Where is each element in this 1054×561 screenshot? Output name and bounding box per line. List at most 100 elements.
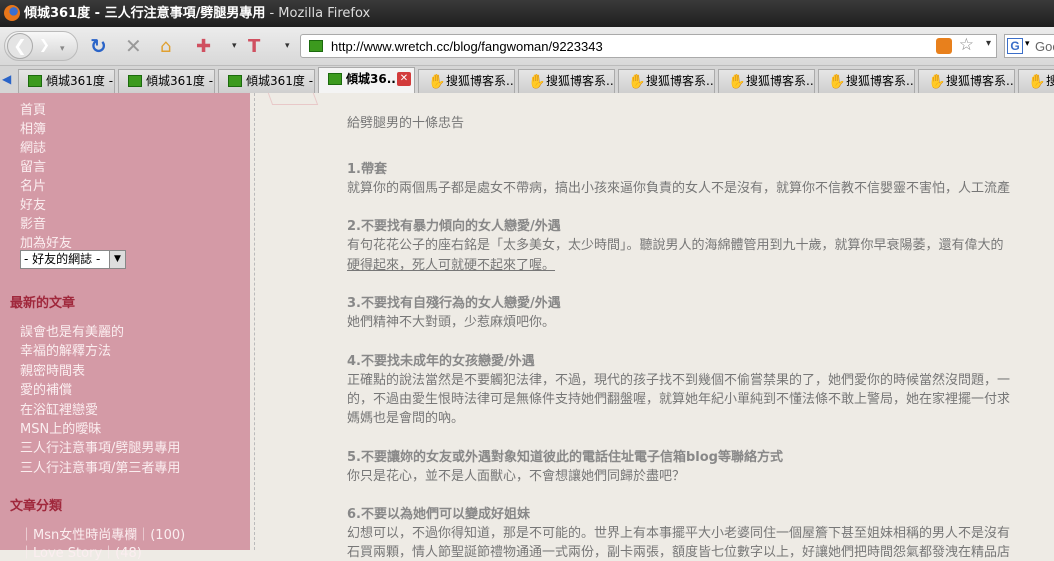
tab-3[interactable]: 傾城361度 -...	[218, 69, 315, 93]
search-engine-dropdown-icon[interactable]: ▾	[1025, 38, 1030, 49]
article-paragraph: 她們精神不大對頭，少惹麻煩吧你。	[347, 315, 556, 330]
latest-article-link[interactable]: 幸福的解釋方法	[20, 340, 111, 359]
tab-9[interactable]: ✋ 搜狐博客系...	[818, 69, 915, 93]
paw-icon: ✋	[728, 74, 746, 90]
article-section-heading: 6.不要以為她們可以變成好姐妹	[347, 507, 530, 522]
back-forward-group: ❮ ❯	[4, 31, 78, 61]
article-section-heading: 3.不要找有自殘行為的女人戀愛/外遇	[347, 296, 561, 311]
tab-8[interactable]: ✋ 搜狐博客系...	[718, 69, 815, 93]
tab-10[interactable]: ✋ 搜狐博客系...	[918, 69, 1015, 93]
home-icon[interactable]: ⌂	[160, 33, 171, 59]
title-bar: 傾城361度 - 三人行注意事項/劈腿男專用 - Mozilla Firefox	[0, 0, 1054, 27]
latest-article-link[interactable]: MSN上的曖昧	[20, 418, 101, 437]
dropdown-icon[interactable]: ▾	[285, 33, 290, 59]
friends-blog-select[interactable]: - 好友的網誌 - ▼	[20, 250, 126, 269]
url-dropdown-icon[interactable]: ▾	[986, 38, 991, 49]
article-section-heading: 4.不要找未成年的女孩戀愛/外遇	[347, 354, 535, 369]
latest-article-link[interactable]: 親密時間表	[20, 360, 85, 379]
tab-label: 搜狐博客系...	[646, 74, 715, 88]
article-paragraph: 有句花花公子的座右銘是「太多美女，太少時間」。聽說男人的海綿體管用到九十歲，就算…	[347, 238, 1004, 253]
close-tab-icon[interactable]: ✕	[397, 72, 411, 86]
search-box[interactable]: G ▾ Goo	[1004, 34, 1054, 58]
site-icon	[309, 40, 323, 52]
tab-7[interactable]: ✋ 搜狐博客系...	[618, 69, 715, 93]
categories-heading: 文章分類	[10, 499, 63, 514]
paw-icon: ✋	[1028, 74, 1046, 90]
sidebar-nav-link[interactable]: 加為好友	[20, 232, 72, 251]
sidebar-nav-link[interactable]: 影音	[20, 213, 46, 232]
site-icon	[28, 75, 42, 87]
tab-label: 傾城361度 -...	[146, 74, 214, 88]
paw-icon: ✋	[528, 74, 546, 90]
article-paragraph: 正確點的說法當然是不要觸犯法律，不過，現代的孩子找不到幾個不偷嘗禁果的了，她們愛…	[347, 373, 1011, 388]
article-paragraph: 的，不過由愛生恨時法律可是無條件支持她們翻盤喔，就算她年紀小單純到不懂法條不敢上…	[347, 392, 1011, 407]
article-paragraph: 媽媽也是會問的吶。	[347, 411, 465, 426]
decoration	[267, 93, 319, 105]
latest-article-link[interactable]: 三人行注意事項/第三者專用	[20, 457, 180, 476]
paw-icon: ✋	[428, 74, 446, 90]
stop-icon[interactable]: ✕	[125, 33, 142, 59]
article-section-heading: 1.帶套	[347, 162, 387, 177]
app-name: - Mozilla Firefox	[265, 6, 371, 21]
url-bar[interactable]: http://www.wretch.cc/blog/fangwoman/9223…	[300, 34, 997, 58]
tab-label: 傾城36...	[346, 72, 401, 86]
tab-label: 搜狐博客系...	[746, 74, 815, 88]
tab-6[interactable]: ✋ 搜狐博客系...	[518, 69, 615, 93]
category-link[interactable]: ｜Love Story｜(48)	[20, 542, 142, 561]
latest-article-link[interactable]: 在浴缸裡戀愛	[20, 399, 98, 418]
google-icon[interactable]: G	[1007, 38, 1023, 54]
chevron-down-icon[interactable]: ▼	[109, 251, 125, 268]
bookmark-t-icon[interactable]: T	[248, 33, 260, 59]
tab-4[interactable]: 傾城36... ✕	[318, 67, 415, 93]
latest-article-link[interactable]: 愛的補償	[20, 379, 72, 398]
sidebar-nav-link[interactable]: 留言	[20, 156, 46, 175]
tab-label: 搜狐博客系...	[546, 74, 615, 88]
article-intro: 給劈腿男的十條忠告	[347, 116, 465, 131]
article-paragraph: 就算你的兩個馬子都是處女不帶病，搞出小孩來逼你負責的女人不是沒有，就算你不信教不…	[347, 181, 1011, 196]
site-icon	[128, 75, 142, 87]
category-link[interactable]: ｜Msn女性時尚專欄｜(100)	[20, 524, 185, 543]
tab-label: 搜狐博客系...	[946, 74, 1015, 88]
firefox-icon	[4, 5, 20, 21]
bookmark-star-icon[interactable]: ☆	[959, 35, 974, 55]
latest-articles-heading: 最新的文章	[10, 296, 76, 311]
tab-2[interactable]: 傾城361度 -...	[118, 69, 215, 93]
tab-5[interactable]: ✋ 搜狐博客系...	[418, 69, 515, 93]
sidebar-nav-link[interactable]: 首頁	[20, 99, 46, 118]
window-title: 傾城361度 - 三人行注意事項/劈腿男專用	[24, 6, 266, 21]
tab-bar: ◀ 傾城361度 -... 傾城361度 -... 傾城361度 -... 傾城36.…	[0, 65, 1054, 93]
tab-label: 搜	[1046, 74, 1054, 88]
site-icon	[228, 75, 242, 87]
back-button[interactable]: ❮	[7, 33, 33, 59]
tab-label: 搜狐博客系...	[446, 74, 515, 88]
select-value: - 好友的網誌 -	[24, 252, 101, 266]
sidebar-nav-link[interactable]: 名片	[20, 175, 46, 194]
url-text[interactable]: http://www.wretch.cc/blog/fangwoman/9223…	[331, 39, 603, 54]
navigation-toolbar: ❮ ❯ ▾ ↻ ✕ ⌂ ✚ ▾ T ▾ http://www.wretch.cc…	[0, 27, 1054, 65]
tab-11[interactable]: ✋搜	[1018, 69, 1054, 93]
divider	[254, 93, 255, 550]
sidebar-nav-link[interactable]: 好友	[20, 194, 46, 213]
rss-icon[interactable]	[936, 38, 952, 54]
tab-label: 傾城361度 -...	[246, 74, 314, 88]
article-paragraph[interactable]: 硬得起來，死人可就硬不起來了喔。	[347, 254, 555, 273]
article-paragraph: 幻想可以，不過你得知道，那是不可能的。世界上有本事擺平大小老婆同住一個屋簷下甚至…	[347, 526, 1011, 541]
dropdown-icon[interactable]: ▾	[232, 33, 237, 59]
article-paragraph: 石買兩顆，情人節聖誕節禮物通通一式兩份，副卡兩張，額度皆七位數字以上，好讓她們把…	[347, 545, 1011, 560]
bookmark-plus-icon[interactable]: ✚	[196, 33, 211, 59]
tab-1[interactable]: 傾城361度 -...	[18, 69, 115, 93]
latest-article-link[interactable]: 誤會也是有美麗的	[20, 321, 124, 340]
article-paragraph: 你只是花心，並不是人面獸心，不會想讓她們同歸於盡吧？	[347, 469, 686, 484]
tab-scroll-left-icon[interactable]: ◀	[2, 72, 11, 86]
site-icon	[328, 73, 342, 85]
sidebar-nav-link[interactable]: 網誌	[20, 137, 46, 156]
sidebar-nav-link[interactable]: 相簿	[20, 118, 46, 137]
article-section-heading: 2.不要找有暴力傾向的女人戀愛/外遇	[347, 219, 561, 234]
history-dropdown-icon[interactable]: ▾	[60, 36, 65, 62]
paw-icon: ✋	[828, 74, 846, 90]
latest-article-link[interactable]: 三人行注意事項/劈腿男專用	[20, 437, 180, 456]
reload-icon[interactable]: ↻	[90, 33, 107, 59]
forward-button[interactable]: ❯	[39, 38, 50, 53]
article-content: 給劈腿男的十條忠告 1.帶套就算你的兩個馬子都是處女不帶病，搞出小孩來逼你負責的…	[347, 93, 1047, 560]
tab-label: 傾城361度 -...	[46, 74, 114, 88]
